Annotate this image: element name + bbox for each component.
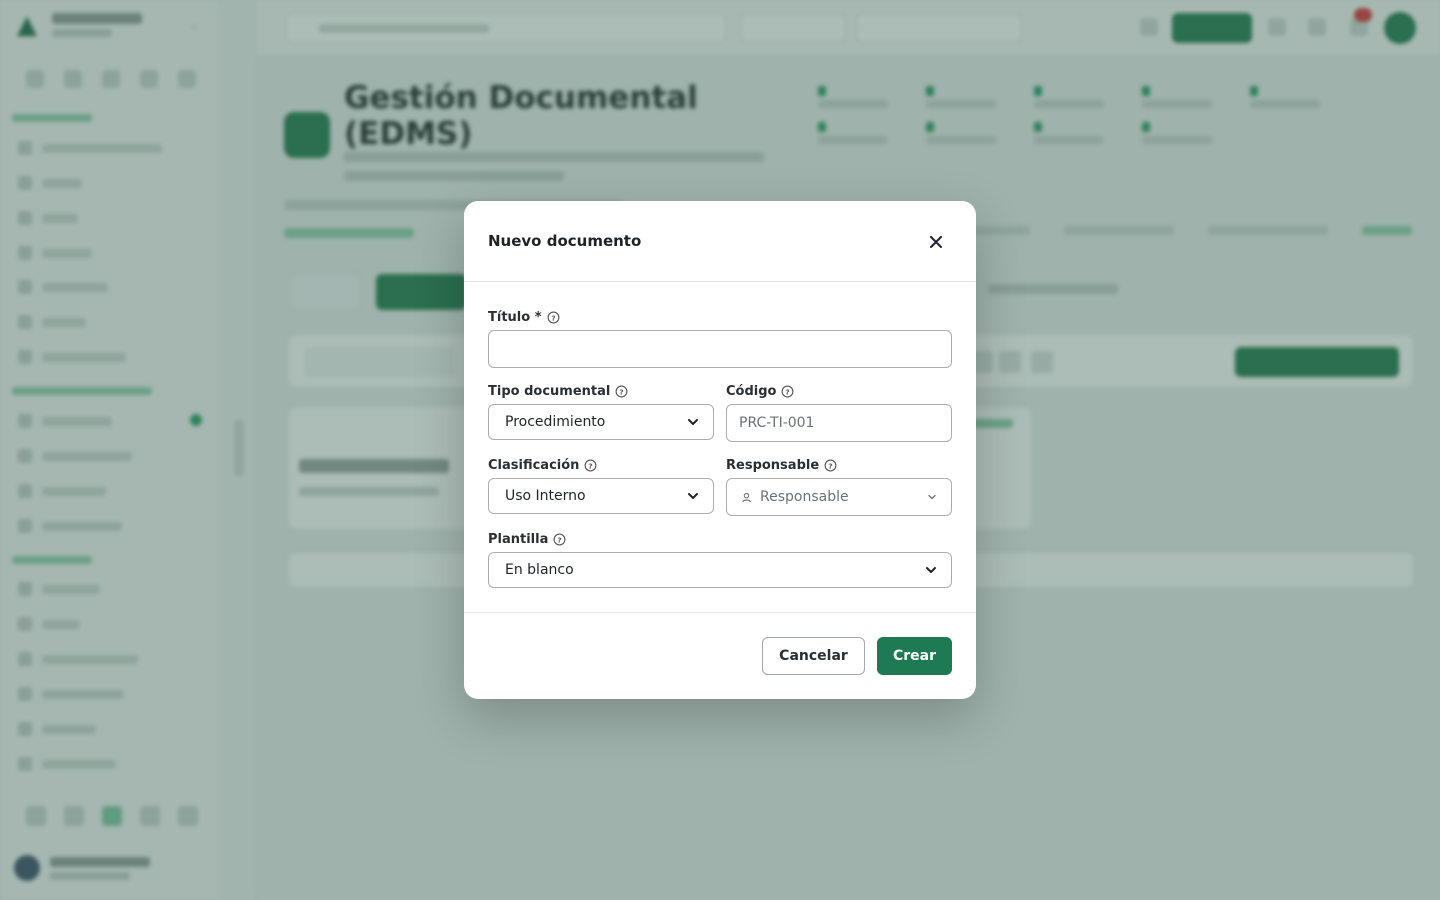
- field-codigo: Código ?: [726, 382, 952, 442]
- svg-text:?: ?: [589, 461, 593, 470]
- clasificacion-label: Clasificación ?: [488, 456, 714, 474]
- tipo-selected-value: Procedimiento: [505, 414, 606, 430]
- tipo-label-text: Tipo documental: [488, 383, 611, 399]
- clasificacion-label-text: Clasificación: [488, 457, 580, 473]
- clasificacion-selected-value: Uso Interno: [505, 488, 586, 504]
- cancel-button[interactable]: Cancelar: [762, 637, 865, 675]
- close-button[interactable]: [924, 230, 948, 254]
- dialog-title: Nuevo documento: [488, 232, 642, 250]
- codigo-input[interactable]: [726, 404, 952, 442]
- field-clasificacion: Clasificación ? Uso Interno: [488, 456, 714, 514]
- field-responsable: Responsable ? Responsable: [726, 456, 952, 516]
- field-tipo-documental: Tipo documental ? Procedimiento: [488, 382, 714, 440]
- close-icon: [930, 236, 942, 248]
- svg-text:?: ?: [558, 535, 562, 544]
- plantilla-select[interactable]: En blanco: [488, 552, 952, 588]
- responsable-placeholder: Responsable: [760, 489, 849, 505]
- svg-text:?: ?: [551, 313, 555, 322]
- field-plantilla: Plantilla ? En blanco: [488, 530, 952, 588]
- svg-text:?: ?: [829, 461, 833, 470]
- help-circle-icon[interactable]: ?: [781, 385, 794, 398]
- plantilla-label: Plantilla ?: [488, 530, 952, 548]
- chevron-down-icon: [688, 493, 698, 499]
- help-circle-icon[interactable]: ?: [553, 533, 566, 546]
- chevron-down-icon: [926, 567, 936, 573]
- plantilla-selected-value: En blanco: [505, 562, 574, 578]
- create-button[interactable]: Crear: [877, 637, 952, 675]
- dialog-footer: Cancelar Crear: [464, 612, 976, 699]
- dialog-header: Nuevo documento: [464, 201, 976, 282]
- responsable-label-text: Responsable: [726, 457, 820, 473]
- help-circle-icon[interactable]: ?: [824, 459, 837, 472]
- plantilla-label-text: Plantilla: [488, 531, 549, 547]
- svg-text:?: ?: [620, 387, 624, 396]
- tipo-label: Tipo documental ?: [488, 382, 714, 400]
- tipo-documental-select[interactable]: Procedimiento: [488, 404, 714, 440]
- titulo-label-text: Título *: [488, 309, 542, 325]
- responsable-label: Responsable ?: [726, 456, 952, 474]
- user-icon: [742, 492, 751, 502]
- titulo-label: Título * ?: [488, 308, 952, 326]
- codigo-label-text: Código: [726, 383, 777, 399]
- clasificacion-select[interactable]: Uso Interno: [488, 478, 714, 514]
- help-circle-icon[interactable]: ?: [615, 385, 628, 398]
- help-circle-icon[interactable]: ?: [547, 311, 560, 324]
- field-titulo: Título * ?: [488, 308, 952, 368]
- titulo-input[interactable]: [488, 330, 952, 368]
- codigo-label: Código ?: [726, 382, 952, 400]
- chevron-down-icon: [688, 419, 698, 425]
- new-document-dialog: Nuevo documento Título * ? Tipo document…: [464, 201, 976, 699]
- svg-text:?: ?: [786, 387, 790, 396]
- chevron-down-icon: [928, 494, 936, 500]
- help-circle-icon[interactable]: ?: [584, 459, 597, 472]
- responsable-combobox[interactable]: Responsable: [726, 478, 952, 516]
